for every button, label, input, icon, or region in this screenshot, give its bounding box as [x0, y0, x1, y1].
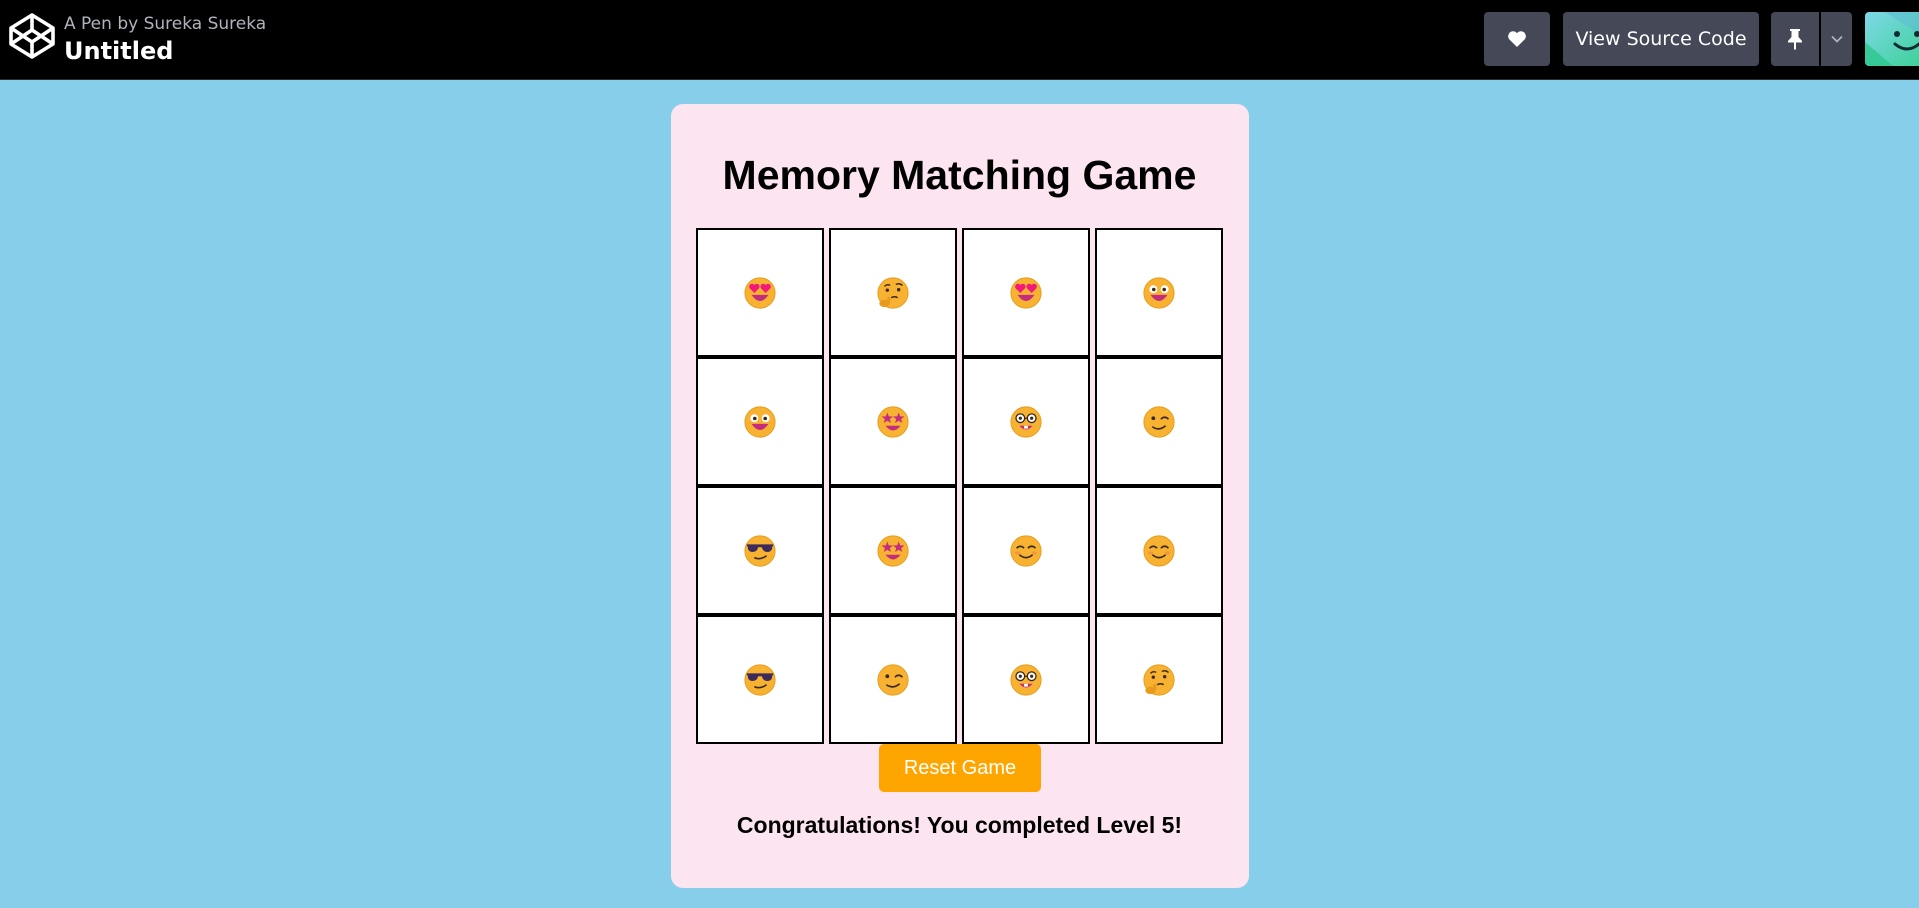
winking-emoji-icon: [877, 663, 909, 696]
pen-meta: A Pen by Sureka Sureka Untitled: [64, 14, 266, 66]
memory-card[interactable]: [1095, 615, 1223, 744]
user-avatar[interactable]: [1865, 12, 1919, 66]
memory-card[interactable]: [829, 357, 957, 486]
avatar-smiley-icon: [1865, 12, 1919, 66]
smiling-emoji-icon: [1143, 534, 1175, 567]
pin-icon: [1788, 29, 1802, 50]
pen-byline[interactable]: A Pen by Sureka Sureka: [64, 14, 266, 34]
view-source-button[interactable]: View Source Code: [1563, 12, 1759, 66]
sunglasses-emoji-icon: [744, 663, 776, 696]
memory-card[interactable]: [1095, 228, 1223, 357]
nerd-emoji-icon: [1010, 663, 1042, 696]
pin-button[interactable]: [1771, 12, 1819, 66]
memory-card[interactable]: [962, 615, 1090, 744]
grinning-emoji-icon: [744, 405, 776, 438]
chevron-down-icon: [1830, 35, 1843, 43]
game-title: Memory Matching Game: [722, 152, 1197, 198]
memory-card[interactable]: [829, 486, 957, 615]
star-struck-emoji-icon: [877, 405, 909, 438]
like-button[interactable]: [1484, 12, 1550, 66]
pen-title: Untitled: [64, 37, 174, 65]
memory-card[interactable]: [1095, 357, 1223, 486]
sunglasses-emoji-icon: [744, 534, 776, 567]
star-struck-emoji-icon: [877, 534, 909, 567]
top-bar: A Pen by Sureka Sureka Untitled View Sou…: [0, 0, 1919, 80]
smiling-emoji-icon: [1010, 534, 1042, 567]
thinking-emoji-icon: [1143, 663, 1175, 696]
status-message: Congratulations! You completed Level 5!: [736, 812, 1183, 838]
memory-card[interactable]: [696, 357, 824, 486]
memory-card[interactable]: [696, 615, 824, 744]
pin-dropdown-button[interactable]: [1821, 12, 1852, 66]
reset-game-button[interactable]: Reset Game: [879, 744, 1041, 792]
memory-card[interactable]: [1095, 486, 1223, 615]
memory-card[interactable]: [962, 228, 1090, 357]
grinning-emoji-icon: [1143, 276, 1175, 309]
heart-eyes-emoji-icon: [744, 276, 776, 309]
memory-card[interactable]: [696, 486, 824, 615]
thinking-emoji-icon: [877, 276, 909, 309]
winking-emoji-icon: [1143, 405, 1175, 438]
heart-icon: [1508, 31, 1526, 47]
memory-card[interactable]: [962, 357, 1090, 486]
memory-card[interactable]: [962, 486, 1090, 615]
memory-card[interactable]: [829, 228, 957, 357]
heart-eyes-emoji-icon: [1010, 276, 1042, 309]
memory-card[interactable]: [696, 228, 824, 357]
nerd-emoji-icon: [1010, 405, 1042, 438]
codepen-logo-icon[interactable]: [8, 12, 56, 60]
memory-card[interactable]: [829, 615, 957, 744]
